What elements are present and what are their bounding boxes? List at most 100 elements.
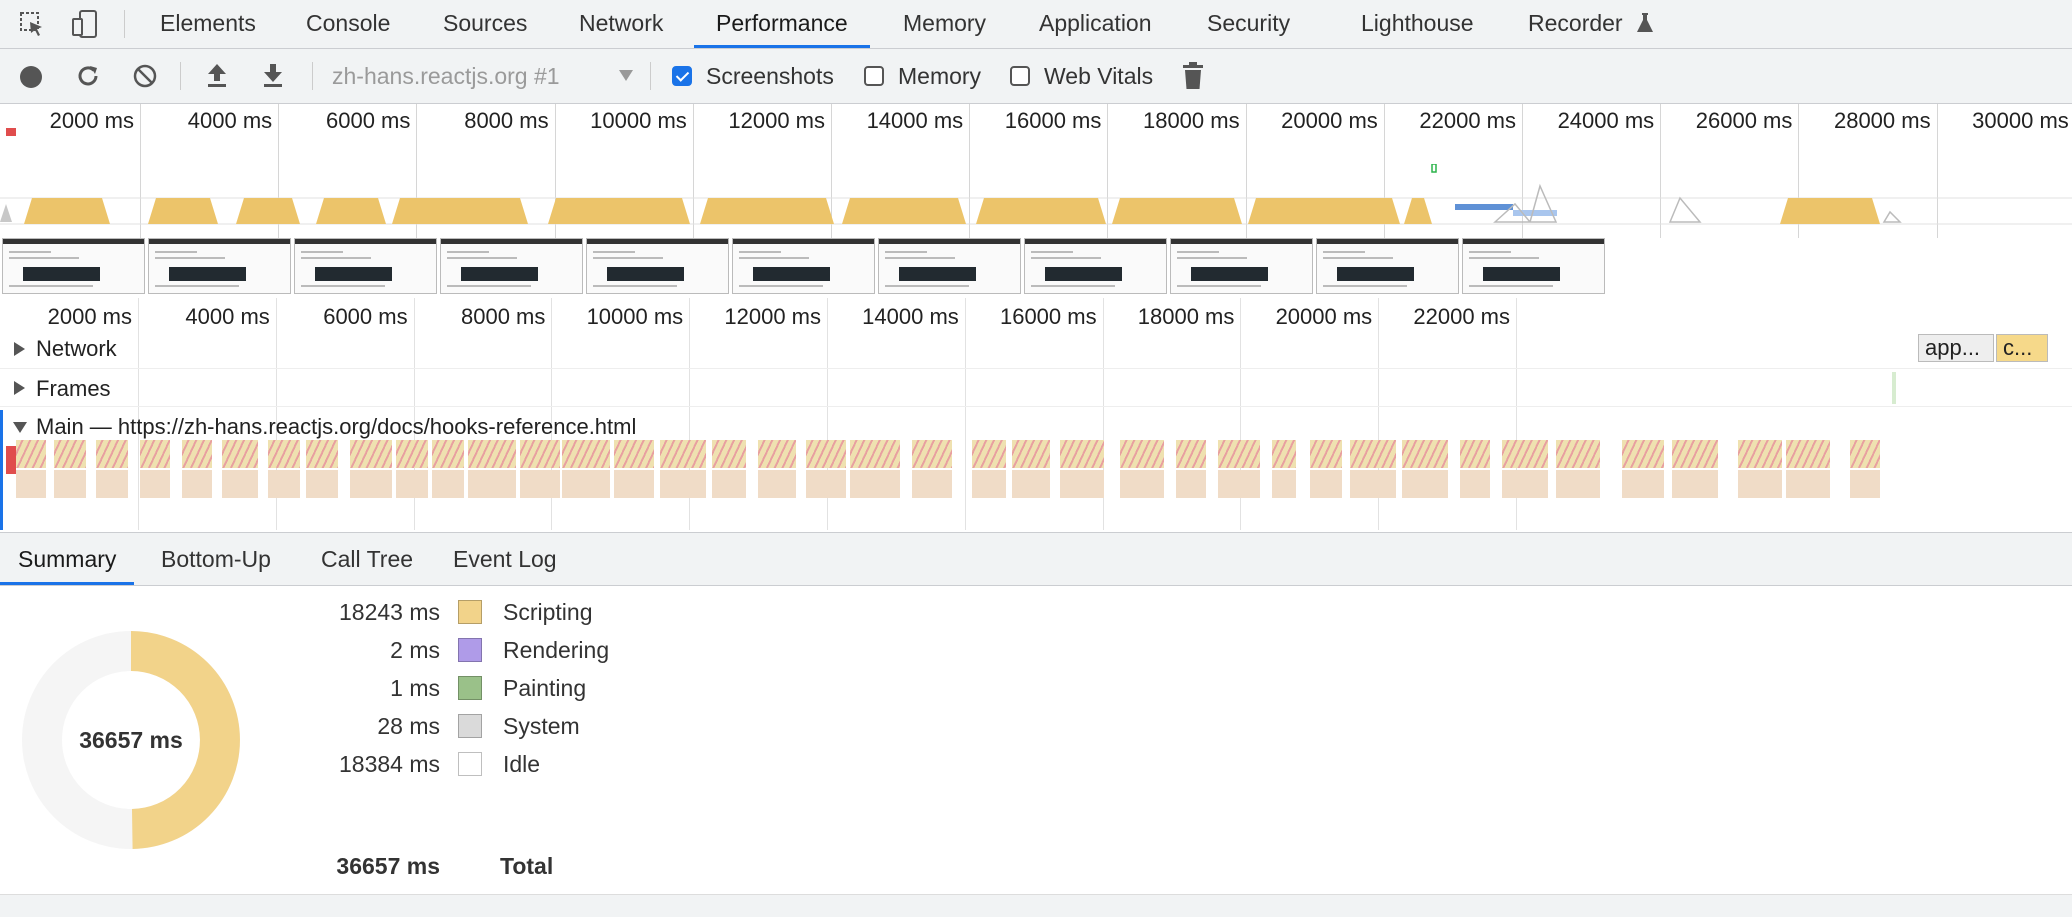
flame-call[interactable] bbox=[912, 470, 953, 498]
flame-call[interactable] bbox=[1502, 470, 1549, 498]
flame-task[interactable] bbox=[468, 440, 516, 468]
network-request-bar[interactable]: c... bbox=[1996, 334, 2048, 362]
flame-task[interactable] bbox=[1060, 440, 1104, 468]
flame-call[interactable] bbox=[1402, 470, 1449, 498]
screenshot-thumbnail[interactable] bbox=[1462, 238, 1605, 294]
flame-call[interactable] bbox=[468, 470, 517, 498]
flame-task[interactable] bbox=[912, 440, 952, 468]
flame-call[interactable] bbox=[562, 470, 611, 498]
upload-profile-icon[interactable] bbox=[204, 61, 230, 89]
memory-checkbox[interactable] bbox=[864, 66, 884, 86]
screenshot-thumbnail[interactable] bbox=[586, 238, 729, 294]
screenshot-thumbnail[interactable] bbox=[440, 238, 583, 294]
reload-record-icon[interactable] bbox=[74, 62, 102, 90]
inspect-element-icon[interactable] bbox=[18, 10, 46, 38]
flame-call[interactable] bbox=[306, 470, 339, 498]
flame-call[interactable] bbox=[1622, 470, 1665, 498]
flame-call[interactable] bbox=[268, 470, 301, 498]
flame-task[interactable] bbox=[1310, 440, 1342, 468]
screenshot-thumbnail[interactable] bbox=[294, 238, 437, 294]
screenshot-thumbnail[interactable] bbox=[732, 238, 875, 294]
screenshot-thumbnail[interactable] bbox=[148, 238, 291, 294]
tab-network[interactable]: Network bbox=[579, 0, 663, 48]
flame-call[interactable] bbox=[1310, 470, 1343, 498]
flame-call[interactable] bbox=[712, 470, 747, 498]
screenshots-checkbox[interactable] bbox=[672, 66, 692, 86]
screenshot-thumbnail[interactable] bbox=[1170, 238, 1313, 294]
timeline-overview[interactable]: 2000 ms 4000 ms 6000 ms 8000 ms 10000 ms 1200… bbox=[0, 104, 2072, 299]
flame-task[interactable] bbox=[850, 440, 900, 468]
flame-call[interactable] bbox=[54, 470, 87, 498]
web-vitals-checkbox[interactable] bbox=[1010, 66, 1030, 86]
flame-task[interactable] bbox=[222, 440, 258, 468]
network-request-bar[interactable]: app... bbox=[1918, 334, 1994, 362]
frames-track[interactable]: Frames bbox=[0, 370, 2072, 407]
flame-call[interactable] bbox=[432, 470, 465, 498]
tab-elements[interactable]: Elements bbox=[160, 0, 256, 48]
expand-triangle-icon[interactable] bbox=[14, 381, 25, 395]
flame-call[interactable] bbox=[396, 470, 429, 498]
tab-memory[interactable]: Memory bbox=[903, 0, 986, 48]
flame-call[interactable] bbox=[1012, 470, 1051, 498]
flame-task[interactable] bbox=[1556, 440, 1600, 468]
flame-task[interactable] bbox=[972, 440, 1006, 468]
flame-task[interactable] bbox=[1218, 440, 1260, 468]
clear-icon[interactable] bbox=[132, 63, 158, 89]
flame-call[interactable] bbox=[16, 470, 47, 498]
network-track[interactable]: Network app... c... bbox=[0, 332, 2072, 369]
flame-call[interactable] bbox=[1060, 470, 1105, 498]
flame-task[interactable] bbox=[758, 440, 796, 468]
flame-task[interactable] bbox=[614, 440, 654, 468]
flame-call[interactable] bbox=[182, 470, 213, 498]
flame-task[interactable] bbox=[660, 440, 706, 468]
flame-call[interactable] bbox=[758, 470, 797, 498]
screenshot-thumbnail[interactable] bbox=[1024, 238, 1167, 294]
flame-call[interactable] bbox=[1176, 470, 1207, 498]
tab-summary[interactable]: Summary bbox=[0, 533, 135, 585]
flame-task[interactable] bbox=[712, 440, 746, 468]
flame-call[interactable] bbox=[1460, 470, 1491, 498]
flame-call[interactable] bbox=[850, 470, 901, 498]
profile-select[interactable]: zh-hans.reactjs.org #1 bbox=[332, 63, 560, 90]
flame-task[interactable] bbox=[520, 440, 560, 468]
flame-call[interactable] bbox=[972, 470, 1007, 498]
tab-sources[interactable]: Sources bbox=[443, 0, 527, 48]
flame-task[interactable] bbox=[1622, 440, 1664, 468]
flame-task[interactable] bbox=[1786, 440, 1830, 468]
flame-task[interactable] bbox=[1402, 440, 1448, 468]
flame-call[interactable] bbox=[222, 470, 259, 498]
tab-console[interactable]: Console bbox=[306, 0, 390, 48]
flame-call[interactable] bbox=[1272, 470, 1297, 498]
flame-task[interactable] bbox=[1672, 440, 1718, 468]
flame-call[interactable] bbox=[1120, 470, 1165, 498]
flame-call[interactable] bbox=[1350, 470, 1397, 498]
screenshot-thumbnail[interactable] bbox=[1316, 238, 1459, 294]
flame-task[interactable] bbox=[140, 440, 170, 468]
tab-security[interactable]: Security bbox=[1207, 0, 1290, 48]
flame-call[interactable] bbox=[660, 470, 707, 498]
flame-task[interactable] bbox=[1350, 440, 1396, 468]
flame-task[interactable] bbox=[432, 440, 464, 468]
flame-chart-area[interactable]: 2000 ms 4000 ms 6000 ms 8000 ms 10000 ms 1200… bbox=[0, 298, 2072, 530]
flame-call[interactable] bbox=[1850, 470, 1881, 498]
flame-task[interactable] bbox=[1176, 440, 1206, 468]
tab-performance[interactable]: Performance bbox=[694, 0, 870, 48]
screenshot-thumbnail[interactable] bbox=[2, 238, 145, 294]
tab-application[interactable]: Application bbox=[1039, 0, 1152, 48]
flame-task[interactable] bbox=[268, 440, 300, 468]
tab-recorder[interactable]: Recorder bbox=[1528, 0, 1623, 48]
flame-call[interactable] bbox=[520, 470, 561, 498]
flame-task[interactable] bbox=[1272, 440, 1296, 468]
flame-call[interactable] bbox=[806, 470, 847, 498]
flame-call[interactable] bbox=[1218, 470, 1261, 498]
flame-task[interactable] bbox=[1012, 440, 1050, 468]
flame-task[interactable] bbox=[1120, 440, 1164, 468]
flame-task[interactable] bbox=[806, 440, 846, 468]
flame-call[interactable] bbox=[614, 470, 655, 498]
chevron-down-icon[interactable] bbox=[619, 70, 633, 81]
flame-call[interactable] bbox=[1556, 470, 1601, 498]
flame-task[interactable] bbox=[396, 440, 428, 468]
flame-task[interactable] bbox=[96, 440, 128, 468]
trash-icon[interactable] bbox=[1181, 61, 1205, 91]
flame-task[interactable] bbox=[1502, 440, 1548, 468]
